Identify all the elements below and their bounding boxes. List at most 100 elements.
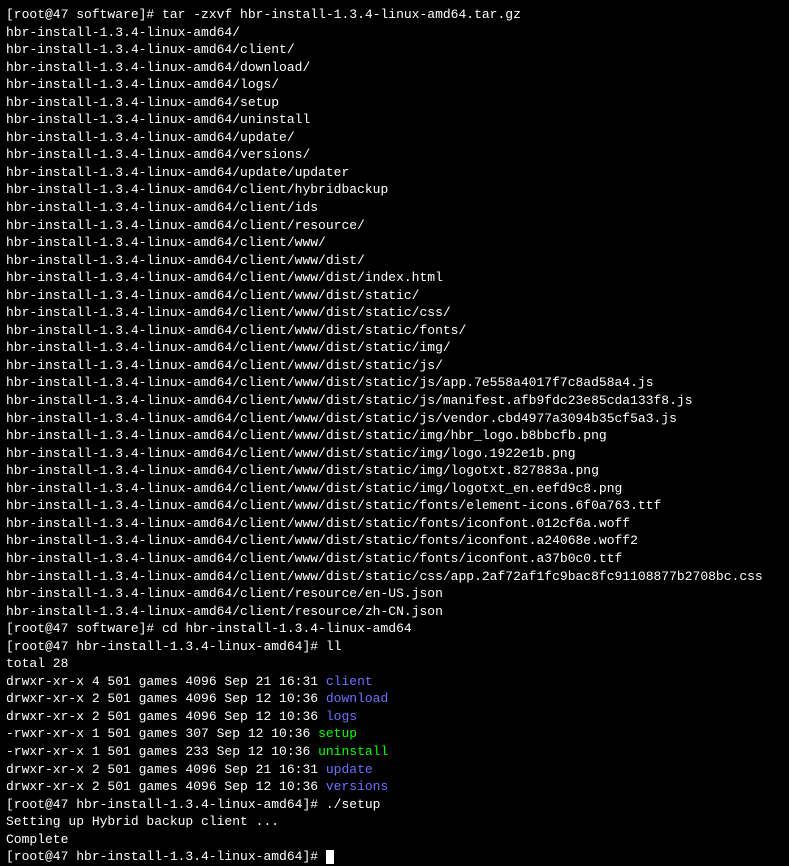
terminal-output: hbr-install-1.3.4-linux-amd64/client/www… <box>6 516 630 531</box>
terminal-output: hbr-install-1.3.4-linux-amd64/client/www… <box>6 305 451 320</box>
terminal-output: hbr-install-1.3.4-linux-amd64/download/ <box>6 60 310 75</box>
terminal-line: hbr-install-1.3.4-linux-amd64/client/www… <box>6 374 783 392</box>
ls-filename: uninstall <box>318 744 388 759</box>
shell-prompt: [root@47 software]# <box>6 621 162 636</box>
terminal-output: hbr-install-1.3.4-linux-amd64/uninstall <box>6 112 310 127</box>
ls-filename: update <box>326 762 373 777</box>
terminal-output: hbr-install-1.3.4-linux-amd64/client/ <box>6 42 295 57</box>
terminal-line: hbr-install-1.3.4-linux-amd64/update/ <box>6 129 783 147</box>
terminal-line: hbr-install-1.3.4-linux-amd64/uninstall <box>6 111 783 129</box>
shell-prompt: [root@47 hbr-install-1.3.4-linux-amd64]# <box>6 849 326 864</box>
terminal-line: hbr-install-1.3.4-linux-amd64/client/res… <box>6 603 783 621</box>
ls-metadata: drwxr-xr-x 2 501 games 4096 Sep 12 10:36 <box>6 779 326 794</box>
terminal-output: hbr-install-1.3.4-linux-amd64/client/www… <box>6 393 693 408</box>
terminal-line: hbr-install-1.3.4-linux-amd64/ <box>6 24 783 42</box>
terminal-line: [root@47 hbr-install-1.3.4-linux-amd64]# <box>6 848 783 866</box>
ls-filename: versions <box>326 779 388 794</box>
ls-metadata: -rwxr-xr-x 1 501 games 307 Sep 12 10:36 <box>6 726 318 741</box>
terminal-output: hbr-install-1.3.4-linux-amd64/client/www… <box>6 411 677 426</box>
terminal-line: total 28 <box>6 655 783 673</box>
terminal-line: [root@47 hbr-install-1.3.4-linux-amd64]#… <box>6 638 783 656</box>
terminal-output: hbr-install-1.3.4-linux-amd64/client/www… <box>6 481 622 496</box>
terminal-output: total 28 <box>6 656 68 671</box>
terminal-line: hbr-install-1.3.4-linux-amd64/client/ids <box>6 199 783 217</box>
ls-filename: download <box>326 691 388 706</box>
terminal-line: hbr-install-1.3.4-linux-amd64/client/www… <box>6 480 783 498</box>
shell-command: ./setup <box>326 797 381 812</box>
terminal-line: hbr-install-1.3.4-linux-amd64/client/ <box>6 41 783 59</box>
terminal-line: [root@47 hbr-install-1.3.4-linux-amd64]#… <box>6 796 783 814</box>
terminal-output: hbr-install-1.3.4-linux-amd64/client/www… <box>6 533 638 548</box>
shell-command: ll <box>326 639 342 654</box>
terminal-line: [root@47 software]# tar -zxvf hbr-instal… <box>6 6 783 24</box>
terminal-window[interactable]: [root@47 software]# tar -zxvf hbr-instal… <box>6 6 783 866</box>
terminal-output: hbr-install-1.3.4-linux-amd64/logs/ <box>6 77 279 92</box>
terminal-line: hbr-install-1.3.4-linux-amd64/logs/ <box>6 76 783 94</box>
terminal-output: hbr-install-1.3.4-linux-amd64/client/www… <box>6 340 451 355</box>
terminal-line: -rwxr-xr-x 1 501 games 233 Sep 12 10:36 … <box>6 743 783 761</box>
shell-command: tar -zxvf hbr-install-1.3.4-linux-amd64.… <box>162 7 521 22</box>
terminal-line: drwxr-xr-x 2 501 games 4096 Sep 21 16:31… <box>6 761 783 779</box>
terminal-line: Setting up Hybrid backup client ... <box>6 813 783 831</box>
terminal-line: hbr-install-1.3.4-linux-amd64/client/www… <box>6 339 783 357</box>
terminal-output: hbr-install-1.3.4-linux-amd64/client/www… <box>6 498 661 513</box>
ls-filename: logs <box>326 709 357 724</box>
ls-filename: client <box>326 674 373 689</box>
terminal-line: hbr-install-1.3.4-linux-amd64/client/www… <box>6 445 783 463</box>
terminal-output: Setting up Hybrid backup client ... <box>6 814 279 829</box>
terminal-line: drwxr-xr-x 4 501 games 4096 Sep 21 16:31… <box>6 673 783 691</box>
terminal-line: hbr-install-1.3.4-linux-amd64/client/www… <box>6 550 783 568</box>
terminal-line: hbr-install-1.3.4-linux-amd64/client/www… <box>6 269 783 287</box>
terminal-output: hbr-install-1.3.4-linux-amd64/update/ <box>6 130 295 145</box>
terminal-line: [root@47 software]# cd hbr-install-1.3.4… <box>6 620 783 638</box>
ls-filename: setup <box>318 726 357 741</box>
terminal-output: hbr-install-1.3.4-linux-amd64/ <box>6 25 240 40</box>
terminal-output: hbr-install-1.3.4-linux-amd64/client/www… <box>6 551 622 566</box>
terminal-output: hbr-install-1.3.4-linux-amd64/client/www… <box>6 375 654 390</box>
terminal-output: hbr-install-1.3.4-linux-amd64/client/hyb… <box>6 182 388 197</box>
terminal-line: drwxr-xr-x 2 501 games 4096 Sep 12 10:36… <box>6 778 783 796</box>
shell-prompt: [root@47 hbr-install-1.3.4-linux-amd64]# <box>6 797 326 812</box>
terminal-output: hbr-install-1.3.4-linux-amd64/client/www… <box>6 288 419 303</box>
terminal-line: hbr-install-1.3.4-linux-amd64/client/www… <box>6 357 783 375</box>
terminal-line: hbr-install-1.3.4-linux-amd64/client/www… <box>6 427 783 445</box>
ls-metadata: drwxr-xr-x 2 501 games 4096 Sep 21 16:31 <box>6 762 326 777</box>
terminal-line: hbr-install-1.3.4-linux-amd64/client/www… <box>6 252 783 270</box>
terminal-line: -rwxr-xr-x 1 501 games 307 Sep 12 10:36 … <box>6 725 783 743</box>
ls-metadata: drwxr-xr-x 2 501 games 4096 Sep 12 10:36 <box>6 709 326 724</box>
terminal-output: hbr-install-1.3.4-linux-amd64/client/res… <box>6 218 365 233</box>
ls-metadata: -rwxr-xr-x 1 501 games 233 Sep 12 10:36 <box>6 744 318 759</box>
terminal-output: hbr-install-1.3.4-linux-amd64/client/res… <box>6 604 443 619</box>
terminal-line: hbr-install-1.3.4-linux-amd64/client/www… <box>6 234 783 252</box>
shell-command: cd hbr-install-1.3.4-linux-amd64 <box>162 621 412 636</box>
terminal-line: hbr-install-1.3.4-linux-amd64/download/ <box>6 59 783 77</box>
terminal-line: hbr-install-1.3.4-linux-amd64/client/hyb… <box>6 181 783 199</box>
terminal-output: hbr-install-1.3.4-linux-amd64/client/www… <box>6 446 576 461</box>
terminal-line: drwxr-xr-x 2 501 games 4096 Sep 12 10:36… <box>6 690 783 708</box>
terminal-line: hbr-install-1.3.4-linux-amd64/setup <box>6 94 783 112</box>
terminal-output: Complete <box>6 832 68 847</box>
ls-metadata: drwxr-xr-x 2 501 games 4096 Sep 12 10:36 <box>6 691 326 706</box>
terminal-line: hbr-install-1.3.4-linux-amd64/client/www… <box>6 287 783 305</box>
terminal-line: hbr-install-1.3.4-linux-amd64/client/res… <box>6 217 783 235</box>
terminal-line: hbr-install-1.3.4-linux-amd64/client/www… <box>6 322 783 340</box>
terminal-line: hbr-install-1.3.4-linux-amd64/client/www… <box>6 392 783 410</box>
terminal-output: hbr-install-1.3.4-linux-amd64/client/www… <box>6 235 326 250</box>
terminal-line: hbr-install-1.3.4-linux-amd64/client/www… <box>6 304 783 322</box>
terminal-output: hbr-install-1.3.4-linux-amd64/client/www… <box>6 253 365 268</box>
ls-metadata: drwxr-xr-x 4 501 games 4096 Sep 21 16:31 <box>6 674 326 689</box>
terminal-output: hbr-install-1.3.4-linux-amd64/client/www… <box>6 569 763 584</box>
terminal-line: hbr-install-1.3.4-linux-amd64/client/www… <box>6 532 783 550</box>
terminal-line: hbr-install-1.3.4-linux-amd64/client/www… <box>6 410 783 428</box>
terminal-line: hbr-install-1.3.4-linux-amd64/client/www… <box>6 568 783 586</box>
terminal-cursor <box>326 850 334 864</box>
terminal-output: hbr-install-1.3.4-linux-amd64/client/www… <box>6 463 599 478</box>
shell-prompt: [root@47 hbr-install-1.3.4-linux-amd64]# <box>6 639 326 654</box>
terminal-output: hbr-install-1.3.4-linux-amd64/client/www… <box>6 428 607 443</box>
terminal-line: Complete <box>6 831 783 849</box>
terminal-output: hbr-install-1.3.4-linux-amd64/client/res… <box>6 586 443 601</box>
terminal-line: hbr-install-1.3.4-linux-amd64/update/upd… <box>6 164 783 182</box>
terminal-line: hbr-install-1.3.4-linux-amd64/client/www… <box>6 462 783 480</box>
terminal-output: hbr-install-1.3.4-linux-amd64/client/www… <box>6 270 443 285</box>
terminal-output: hbr-install-1.3.4-linux-amd64/client/www… <box>6 323 466 338</box>
